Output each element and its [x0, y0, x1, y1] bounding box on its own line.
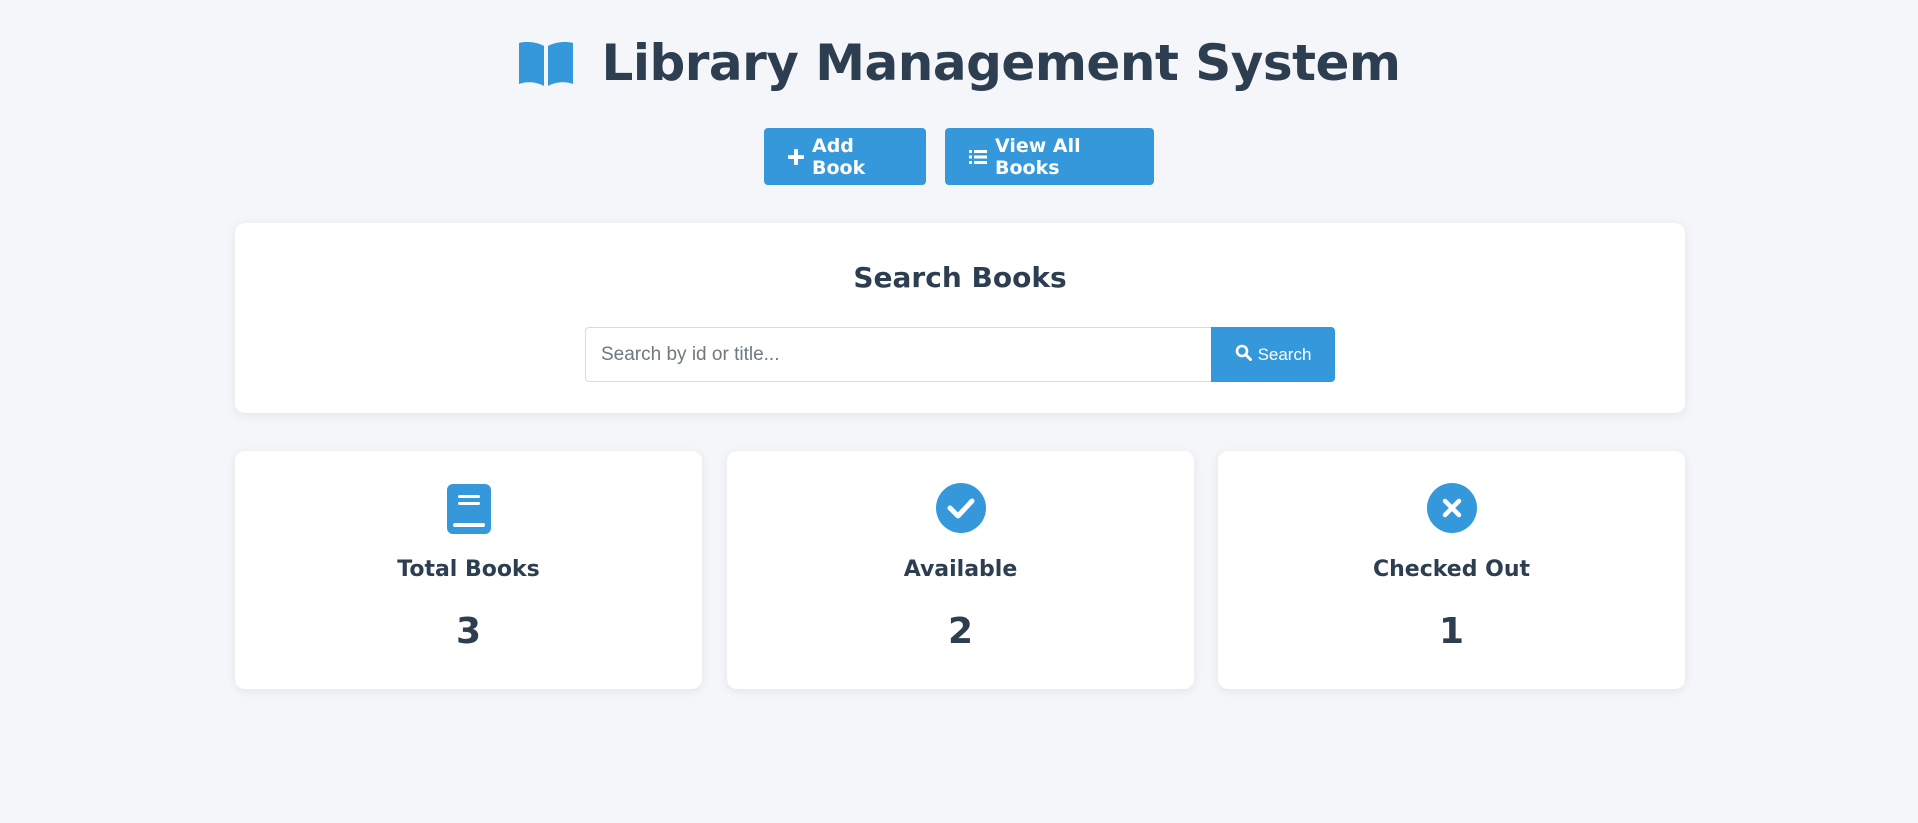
stat-label: Checked Out [1372, 557, 1531, 582]
check-circle-icon [727, 483, 1194, 533]
add-book-button[interactable]: Add Book [764, 128, 926, 185]
open-book-icon [517, 40, 575, 86]
add-book-label: Add Book [812, 134, 866, 179]
list-icon [969, 149, 987, 165]
stat-value: 3 [455, 611, 482, 652]
stat-label: Available [903, 557, 1018, 582]
search-panel: Search Books Search [235, 223, 1685, 413]
search-input[interactable] [585, 327, 1211, 382]
search-button[interactable]: Search [1211, 327, 1335, 382]
stat-card-available: Available 2 [727, 451, 1194, 689]
search-title: Search Books [853, 261, 1067, 294]
stat-value: 2 [947, 611, 974, 652]
stat-label: Total Books [397, 557, 540, 582]
book-icon [235, 483, 702, 535]
plus-icon [788, 148, 804, 165]
stat-card-checked-out: Checked Out 1 [1218, 451, 1685, 689]
view-all-books-button[interactable]: View All Books [945, 128, 1154, 185]
times-circle-icon [1218, 483, 1685, 533]
search-button-label: Search [1257, 344, 1312, 364]
search-form: Search [585, 327, 1335, 382]
action-bar: Add Book View All Books [0, 128, 1918, 185]
page-title: Library Management System [601, 34, 1401, 92]
view-all-books-label: View All Books [995, 134, 1081, 179]
stat-value: 1 [1438, 611, 1465, 652]
page-header: Library Management System [0, 34, 1918, 92]
search-icon [1235, 344, 1252, 366]
stat-card-total-books: Total Books 3 [235, 451, 702, 689]
